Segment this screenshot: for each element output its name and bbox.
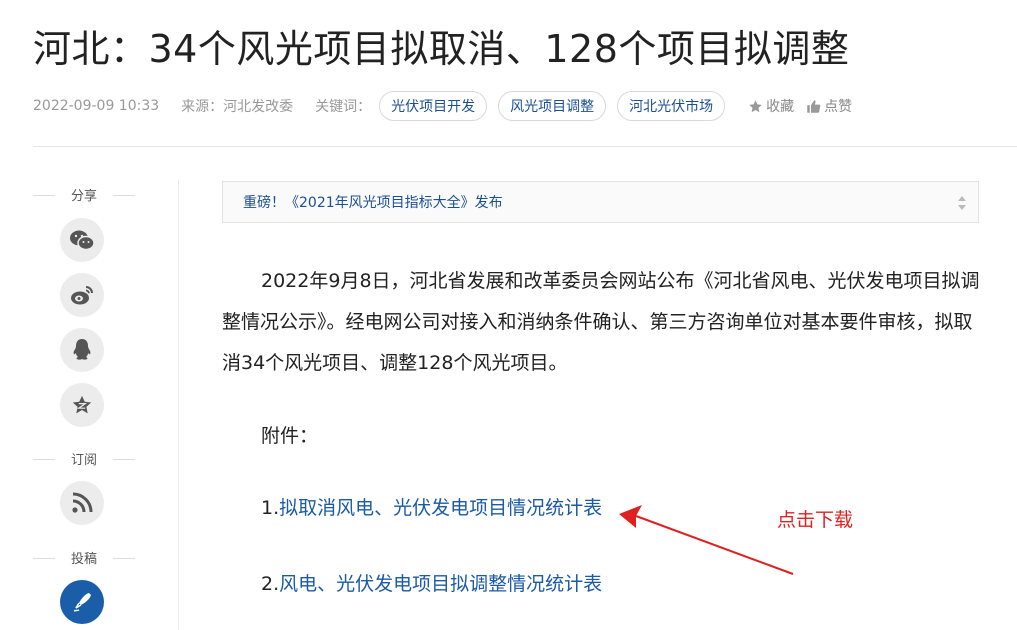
- share-label: 分享: [33, 185, 135, 204]
- keyword-tag[interactable]: 河北光伏市场: [617, 91, 726, 121]
- qzone-share-button[interactable]: [60, 383, 104, 427]
- attachment-number: 1.: [261, 497, 280, 519]
- divider: [33, 146, 1017, 147]
- download-annotation: 点击下载: [777, 509, 854, 531]
- publish-date: 2022-09-09 10:33: [33, 98, 160, 114]
- attachment-link[interactable]: 拟取消风电、光伏发电项目情况统计表: [279, 497, 602, 519]
- attachment-item: 1.拟取消风电、光伏发电项目情况统计表: [261, 493, 602, 520]
- attachment-link[interactable]: 风电、光伏发电项目拟调整情况统计表: [279, 573, 602, 595]
- like-button[interactable]: 点赞: [806, 96, 852, 116]
- star-icon: [749, 99, 762, 112]
- article-paragraph: 2022年9月8日，河北省发展和改革委员会网站公布《河北省风电、光伏发电项目拟调…: [222, 270, 980, 374]
- rss-icon: [72, 492, 93, 513]
- notice-link[interactable]: 重磅！《2021年风光项目指标大全》发布: [243, 192, 503, 212]
- keyword-tag[interactable]: 风光项目调整: [498, 91, 607, 121]
- submit-article-button[interactable]: [60, 580, 104, 624]
- sidebar-divider: [178, 180, 179, 630]
- subscribe-label: 订阅: [33, 449, 135, 468]
- qzone-icon: [72, 395, 92, 414]
- wechat-icon: [70, 230, 95, 251]
- keyword-tag[interactable]: 光伏项目开发: [379, 91, 488, 121]
- qq-icon: [73, 339, 91, 360]
- wechat-share-button[interactable]: [60, 218, 104, 262]
- thumbs-up-icon: [807, 99, 821, 113]
- attachment-number: 2.: [261, 573, 280, 595]
- rss-subscribe-button[interactable]: [60, 481, 104, 525]
- favorite-button[interactable]: 收藏: [748, 96, 794, 116]
- qq-share-button[interactable]: [60, 328, 104, 372]
- like-label: 点赞: [824, 99, 853, 115]
- submit-label: 投稿: [33, 548, 135, 567]
- article-title: 河北：34个风光项目拟取消、128个项目拟调整: [33, 27, 850, 71]
- article-meta: 2022-09-09 10:33 来源：河北发改委 关键词： 光伏项目开发 风光…: [33, 91, 852, 121]
- keywords-label: 关键词：: [315, 99, 372, 115]
- favorite-label: 收藏: [766, 99, 795, 115]
- notice-bar: 重磅！《2021年风光项目指标大全》发布: [222, 181, 979, 223]
- weibo-icon: [71, 286, 93, 305]
- attachments-label: 附件：: [261, 425, 319, 447]
- article-source: 来源：河北发改委: [181, 99, 294, 115]
- weibo-share-button[interactable]: [60, 273, 104, 317]
- scroll-arrows-icon[interactable]: [956, 192, 968, 214]
- attachment-item: 2.风电、光伏发电项目拟调整情况统计表: [261, 569, 602, 596]
- pen-icon: [73, 593, 91, 612]
